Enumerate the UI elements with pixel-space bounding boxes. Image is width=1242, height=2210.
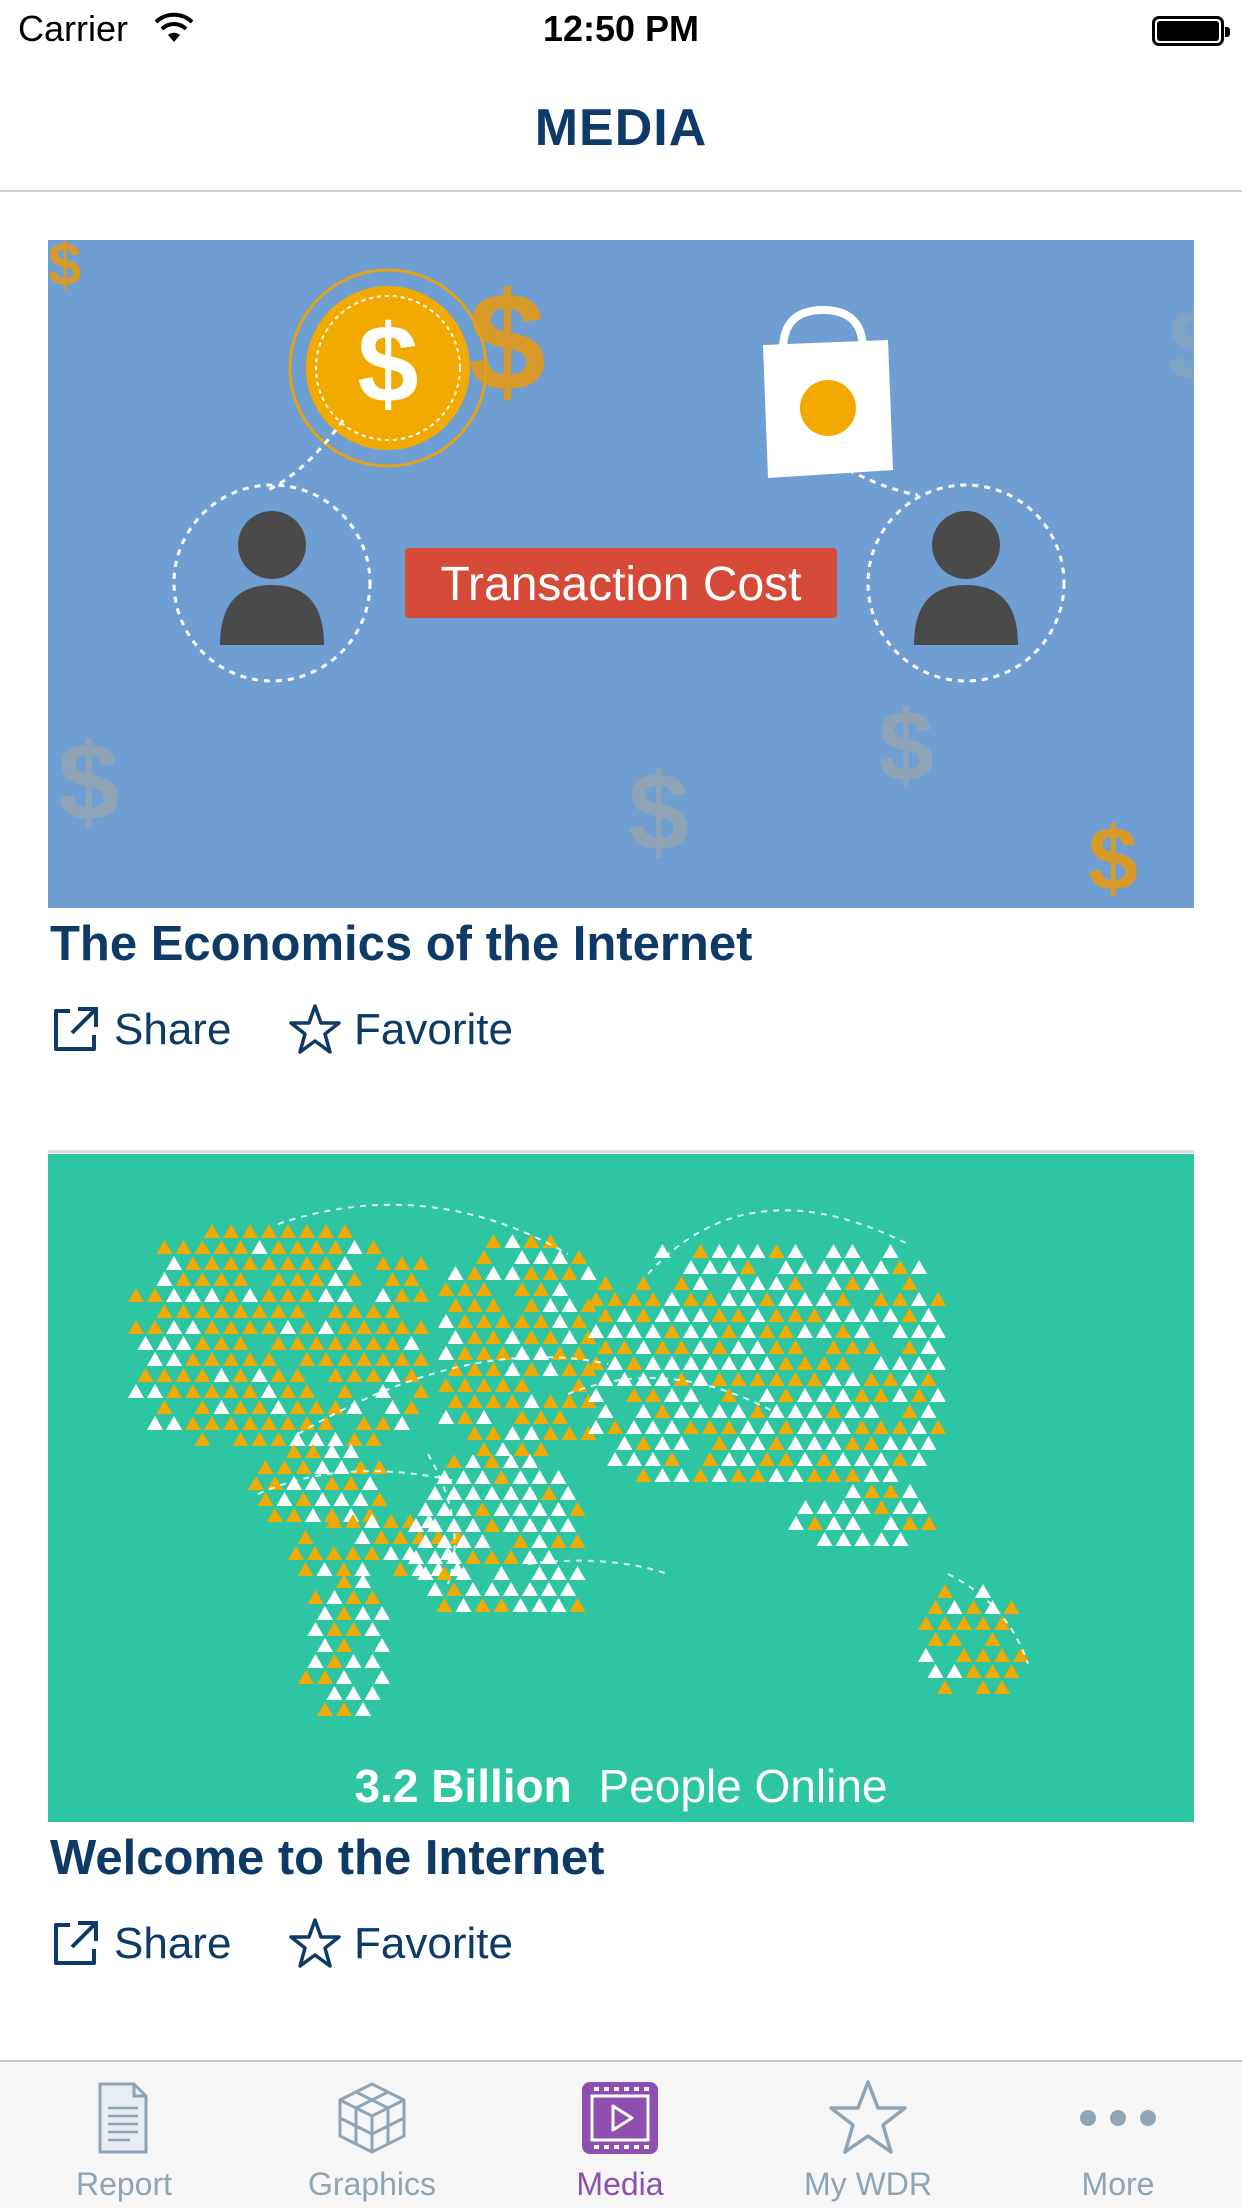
tab-bar: Report Graphics Media My WDR More bbox=[0, 2060, 1242, 2208]
video-thumbnail[interactable]: $ $ $ $ $ $ $ $ bbox=[48, 240, 1194, 908]
svg-text:$: $ bbox=[48, 240, 81, 298]
svg-text:3.2 Billion People O: 3.2 Billion People Online bbox=[354, 1760, 887, 1812]
favorite-label: Favorite bbox=[354, 1919, 513, 1968]
cube-icon bbox=[338, 2082, 406, 2154]
thumbnail-caption: People Online bbox=[599, 1760, 888, 1812]
card-actions: Share Favorite bbox=[48, 1000, 748, 1060]
share-label: Share bbox=[114, 1919, 232, 1968]
tab-label: Media bbox=[576, 2166, 664, 2202]
star-icon bbox=[289, 1004, 341, 1054]
media-card: $ $ $ $ $ $ $ $ bbox=[48, 240, 1194, 1154]
status-bar: Carrier 12:50 PM bbox=[0, 0, 1242, 60]
tab-label: More bbox=[1081, 2166, 1155, 2202]
share-icon bbox=[54, 1007, 98, 1051]
share-button[interactable]: Share bbox=[48, 1000, 231, 1060]
navigation-bar: MEDIA bbox=[0, 60, 1242, 192]
page-title: MEDIA bbox=[534, 99, 708, 157]
divider bbox=[48, 1150, 1194, 1153]
share-button[interactable]: Share bbox=[48, 1914, 231, 1974]
tab-graphics[interactable]: Graphics bbox=[248, 2062, 496, 2210]
thumbnail-caption: Transaction Cost bbox=[440, 558, 801, 611]
tab-label: Graphics bbox=[307, 2166, 437, 2202]
tab-media[interactable]: Media bbox=[496, 2062, 744, 2210]
thumbnail-caption-bold: 3.2 Billion bbox=[354, 1760, 571, 1812]
svg-text:$: $ bbox=[1168, 290, 1194, 402]
svg-text:$: $ bbox=[468, 263, 546, 420]
video-thumbnail[interactable]: 3.2 Billion People Online bbox=[48, 1154, 1194, 1822]
star-icon bbox=[829, 2080, 907, 2154]
media-feed[interactable]: $ $ $ $ $ $ $ $ bbox=[0, 192, 1242, 2060]
tab-my-wdr[interactable]: My WDR bbox=[744, 2062, 992, 2210]
svg-text:$: $ bbox=[58, 721, 119, 844]
favorite-button[interactable]: Favorite bbox=[288, 1000, 513, 1060]
tab-label: Report bbox=[75, 2166, 173, 2202]
more-dots-icon bbox=[1080, 2110, 1156, 2126]
transaction-cost-illustration: $ $ $ $ $ $ $ $ bbox=[48, 240, 1194, 908]
document-icon bbox=[98, 2082, 148, 2154]
favorite-label: Favorite bbox=[354, 1005, 513, 1054]
battery-icon bbox=[1152, 16, 1230, 46]
svg-text:$: $ bbox=[1088, 810, 1138, 908]
tab-label: My WDR bbox=[804, 2166, 932, 2202]
favorite-button[interactable]: Favorite bbox=[288, 1914, 513, 1974]
star-icon bbox=[289, 1918, 341, 1968]
share-icon bbox=[54, 1921, 98, 1965]
svg-text:$: $ bbox=[628, 751, 689, 874]
tab-more[interactable]: More bbox=[994, 2062, 1242, 2210]
play-video-icon bbox=[582, 2082, 658, 2154]
card-title[interactable]: Welcome to the Internet bbox=[50, 1830, 605, 1886]
tab-report[interactable]: Report bbox=[0, 2062, 248, 2210]
share-label: Share bbox=[114, 1005, 232, 1054]
svg-text:$: $ bbox=[357, 303, 418, 426]
card-title[interactable]: The Economics of the Internet bbox=[50, 916, 752, 972]
card-actions: Share Favorite bbox=[48, 1914, 748, 1974]
world-map-illustration: 3.2 Billion People Online bbox=[48, 1154, 1194, 1822]
svg-text:$: $ bbox=[878, 690, 934, 802]
status-time: 12:50 PM bbox=[542, 8, 700, 49]
media-card: 3.2 Billion People Online Welcome to the… bbox=[48, 1154, 1194, 2060]
